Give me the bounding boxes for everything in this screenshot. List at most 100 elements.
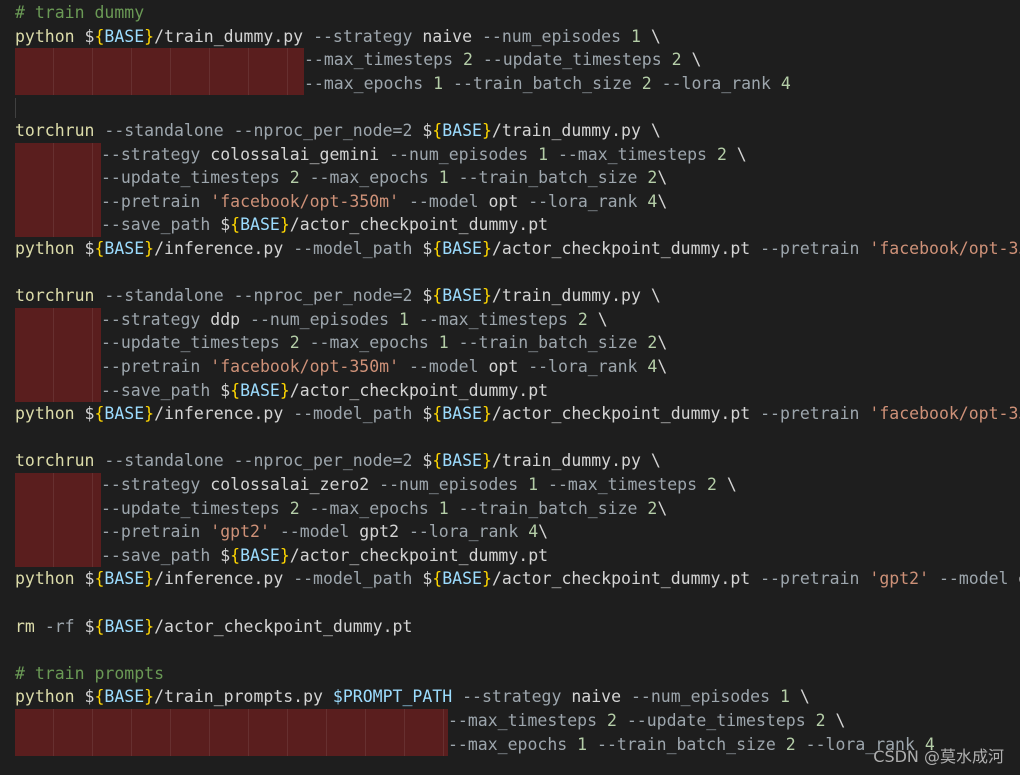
code-token: } xyxy=(279,545,290,565)
indent-guide xyxy=(15,98,16,118)
code-line: --update_timesteps 2 --max_epochs 1 --tr… xyxy=(15,331,667,355)
code-token: \ xyxy=(657,357,668,376)
code-token: python xyxy=(15,239,75,258)
code-token: --max_epochs xyxy=(309,168,429,188)
code-token: --update_timesteps xyxy=(101,333,280,353)
code-token: --pretrain xyxy=(760,404,860,424)
indent-highlight xyxy=(15,732,448,757)
code-token: rm xyxy=(15,616,35,636)
code-token: --num_episodes xyxy=(481,26,622,46)
indent-highlight xyxy=(15,543,101,568)
code-token: 'gpt2' xyxy=(210,522,270,542)
code-token: --update_timesteps xyxy=(626,711,806,730)
code-token: --model xyxy=(408,357,479,376)
code-token: BASE xyxy=(104,687,145,707)
code-token: naive xyxy=(412,26,482,46)
watermark: CSDN @莫水成河 xyxy=(873,747,1004,766)
code-token: 4 xyxy=(647,191,658,211)
code-token: { xyxy=(230,215,241,235)
code-token: --model xyxy=(279,522,350,542)
code-token: $ xyxy=(422,451,433,471)
code-token: BASE xyxy=(104,569,145,589)
code-token: --update_timesteps xyxy=(482,50,662,70)
code-token: /train_dummy.py \ xyxy=(491,286,661,306)
code-token: 'facebook/opt-350m xyxy=(869,404,1020,424)
code-line: --pretrain 'facebook/opt-350m' --model o… xyxy=(15,355,667,379)
code-token: 1 xyxy=(438,498,449,518)
code-token: } xyxy=(481,404,492,424)
code-token: BASE xyxy=(104,239,145,258)
code-token: --pretrain xyxy=(101,191,201,211)
code-token: --update_timesteps xyxy=(101,168,280,188)
code-token: 'facebook/opt-350m' xyxy=(210,191,400,211)
code-line: torchrun --standalone --nproc_per_node=2… xyxy=(15,284,661,308)
code-token: --strategy xyxy=(101,144,201,164)
code-token: } xyxy=(481,239,492,258)
code-token: --max_epochs xyxy=(309,333,429,353)
code-token: --max_timesteps xyxy=(448,711,598,730)
code-line: # train prompts xyxy=(15,662,164,686)
code-token: --train_batch_size xyxy=(458,498,638,518)
code-token: --model xyxy=(938,569,1009,589)
code-token: $ xyxy=(422,239,433,258)
code-token: { xyxy=(94,239,105,258)
code-line: --pretrain 'facebook/opt-350m' --model o… xyxy=(15,189,667,214)
code-token: BASE xyxy=(442,239,482,258)
code-token: --pretrain xyxy=(760,569,860,589)
code-token: --train_batch_size xyxy=(458,333,638,353)
code-token: 2 xyxy=(641,73,652,93)
code-token: } xyxy=(144,687,155,707)
indent-highlight xyxy=(15,520,101,544)
code-token: --model_path xyxy=(293,239,413,258)
code-token: --train_batch_size xyxy=(458,168,638,188)
code-token: --max_epochs xyxy=(304,73,424,93)
code-token: $ xyxy=(422,286,433,306)
code-token: { xyxy=(230,380,241,400)
code-token: $ xyxy=(84,404,95,424)
code-token: { xyxy=(432,404,443,424)
code-token: 4 xyxy=(647,357,658,376)
indent-highlight xyxy=(15,48,304,72)
code-token: 4 xyxy=(780,73,791,93)
indent-highlight xyxy=(15,355,101,379)
code-token: { xyxy=(94,404,105,424)
code-token: \ xyxy=(825,711,846,730)
code-token: --max_timesteps xyxy=(557,144,707,164)
code-token: \ xyxy=(657,333,668,353)
code-token: \ xyxy=(681,50,702,70)
code-token: --standalone xyxy=(104,286,224,306)
code-token: --strategy xyxy=(462,687,562,707)
code-token: --pretrain xyxy=(760,239,860,258)
code-token: 1 xyxy=(538,144,549,164)
code-token: BASE xyxy=(442,404,482,424)
code-editor[interactable]: # train dummy python ${BASE}/train_dummy.… xyxy=(0,0,1020,775)
code-token: { xyxy=(432,569,443,589)
code-line: --max_timesteps 2 --update_timesteps 2 \ xyxy=(15,48,701,72)
code-token: --num_episodes xyxy=(379,475,519,494)
code-token: /actor_checkpoint_dummy.pt xyxy=(154,616,413,636)
code-token: --pretrain xyxy=(101,522,201,542)
code-token: /actor_checkpoint_dummy.pt xyxy=(289,380,549,400)
code-line: --save_path ${BASE}/actor_checkpoint_dum… xyxy=(15,543,548,568)
code-token: BASE xyxy=(442,121,482,140)
